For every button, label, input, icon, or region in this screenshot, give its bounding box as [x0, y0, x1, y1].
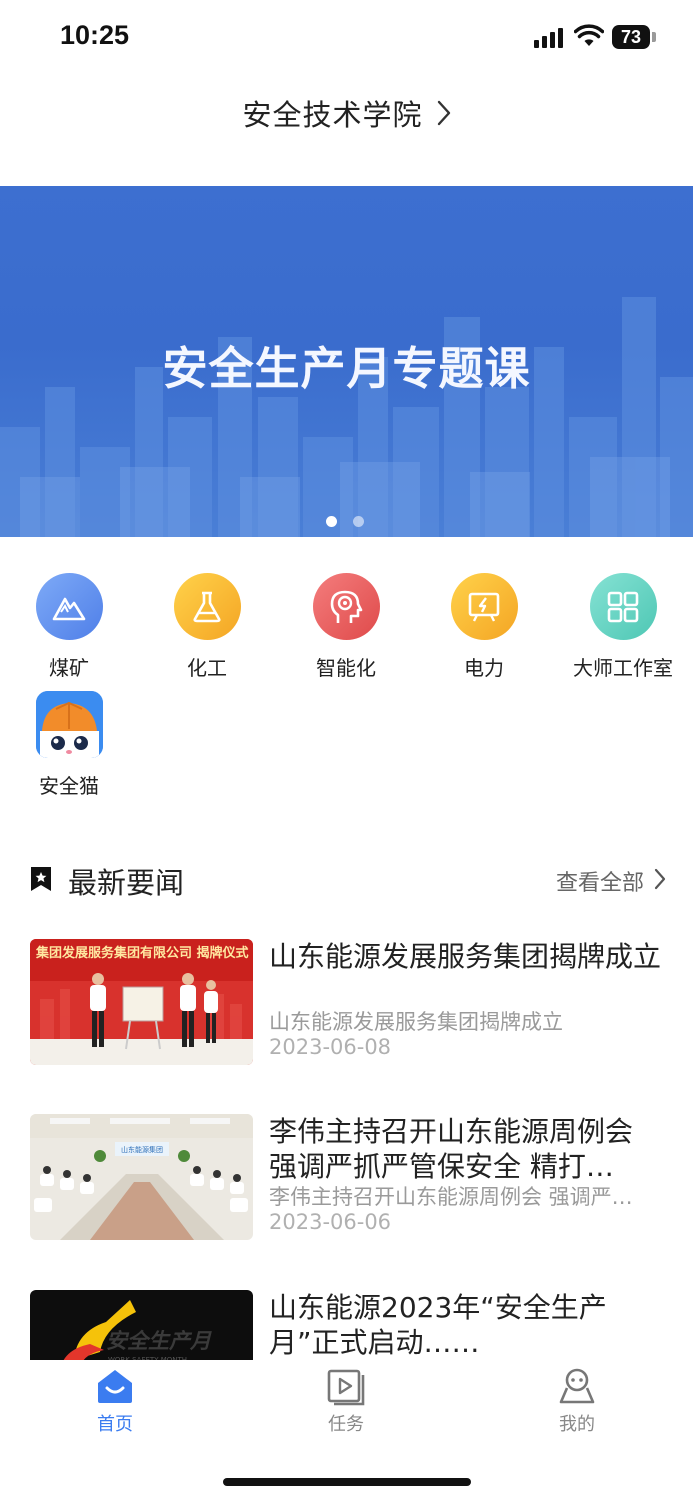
task-video-icon[interactable] — [326, 1366, 366, 1406]
tab-home[interactable]: 首页 — [55, 1366, 175, 1436]
category-label: 大师工作室 — [573, 656, 673, 680]
tab-label[interactable]: 首页 — [55, 1410, 175, 1436]
news-summary: 李伟主持召开山东能源周例会 强调严… — [269, 1185, 633, 1209]
page-header[interactable]: 安全技术学院 — [0, 80, 693, 146]
category-intelligent[interactable]: 智能化 — [286, 573, 406, 681]
battery-icon: 73 — [612, 25, 650, 49]
thumb-logo-text: 山东能源集团 — [121, 1145, 163, 1154]
news-text[interactable]: 山东能源2023年“安全生产月”正式启动…… — [269, 1290, 664, 1360]
flask-icon[interactable] — [173, 573, 241, 640]
news-thumbnail[interactable]: 山东能源集团 — [30, 1114, 253, 1240]
tab-tasks[interactable]: 任务 — [286, 1366, 406, 1436]
category-power[interactable]: 电力 — [424, 573, 544, 681]
power-board-icon[interactable] — [450, 573, 518, 640]
news-text[interactable]: 山东能源发展服务集团揭牌成立 山东能源发展服务集团揭牌成立 2023-06-08 — [269, 939, 664, 1059]
banner-title[interactable]: 安全生产月专题课 — [0, 332, 693, 397]
news-item[interactable]: 山东能源集团 李伟主持召开山东能源周例会 强调严抓严管保安全 精打… 李伟主持召… — [30, 1114, 670, 1242]
news-date: 2023-06-08 — [269, 1035, 392, 1059]
thumb-banner-text: 集团发展服务集团有限公司 揭牌仪式 — [35, 945, 249, 961]
category-label: 安全猫 — [39, 774, 99, 798]
home-icon[interactable] — [95, 1366, 135, 1406]
news-date: 2023-06-06 — [269, 1210, 392, 1234]
thumb-title-text: 安全生产月 — [106, 1329, 212, 1353]
profile-icon[interactable] — [557, 1366, 597, 1406]
news-section-header: 最新要闻 查看全部 — [30, 856, 670, 902]
category-coal-mine[interactable]: 煤矿 — [9, 573, 129, 681]
battery-cap — [652, 32, 656, 42]
tab-label[interactable]: 我的 — [517, 1410, 637, 1436]
tab-profile[interactable]: 我的 — [517, 1366, 637, 1436]
wifi-icon — [574, 24, 604, 46]
grid-icon[interactable] — [589, 573, 657, 640]
category-label: 智能化 — [316, 656, 376, 680]
chevron-right-icon[interactable] — [654, 868, 666, 890]
section-title: 最新要闻 — [68, 866, 185, 900]
category-safety-cat[interactable]: 安全猫 — [9, 691, 129, 799]
news-summary: 山东能源发展服务集团揭牌成立 — [269, 1010, 563, 1034]
news-thumbnail[interactable]: 集团发展服务集团有限公司 揭牌仪式 — [30, 939, 253, 1065]
news-headline[interactable]: 李伟主持召开山东能源周例会 强调严抓严管保安全 精打… — [269, 1114, 664, 1184]
category-label: 化工 — [187, 656, 227, 680]
home-indicator — [223, 1478, 471, 1486]
category-chemical[interactable]: 化工 — [147, 573, 267, 681]
brain-icon[interactable] — [312, 573, 380, 640]
safety-cat-icon[interactable] — [35, 691, 103, 758]
page-title[interactable]: 安全技术学院 — [242, 92, 422, 134]
category-label: 电力 — [464, 656, 504, 680]
mountain-icon[interactable] — [35, 573, 103, 640]
category-label: 煤矿 — [49, 656, 89, 680]
status-bar: 10:25 73 — [0, 0, 693, 76]
carousel-dot-active — [326, 516, 337, 527]
city-skyline-illustration — [0, 297, 693, 537]
category-master-studio[interactable]: 大师工作室 — [563, 573, 683, 681]
news-item[interactable]: 集团发展服务集团有限公司 揭牌仪式 山东能源发展服务集团揭牌成立 山东能源发展服… — [30, 939, 670, 1067]
news-headline[interactable]: 山东能源发展服务集团揭牌成立 — [269, 939, 664, 1009]
signal-icon — [534, 28, 564, 48]
carousel-dots — [326, 516, 364, 527]
bookmark-star-icon — [31, 867, 51, 891]
carousel-dot — [353, 516, 364, 527]
tab-label[interactable]: 任务 — [286, 1410, 406, 1436]
news-headline[interactable]: 山东能源2023年“安全生产月”正式启动…… — [269, 1290, 664, 1360]
status-time: 10:25 — [60, 20, 130, 50]
chevron-right-icon[interactable] — [437, 100, 451, 126]
view-all-link[interactable]: 查看全部 — [556, 865, 644, 897]
news-text[interactable]: 李伟主持召开山东能源周例会 强调严抓严管保安全 精打… 李伟主持召开山东能源周例… — [269, 1114, 664, 1234]
